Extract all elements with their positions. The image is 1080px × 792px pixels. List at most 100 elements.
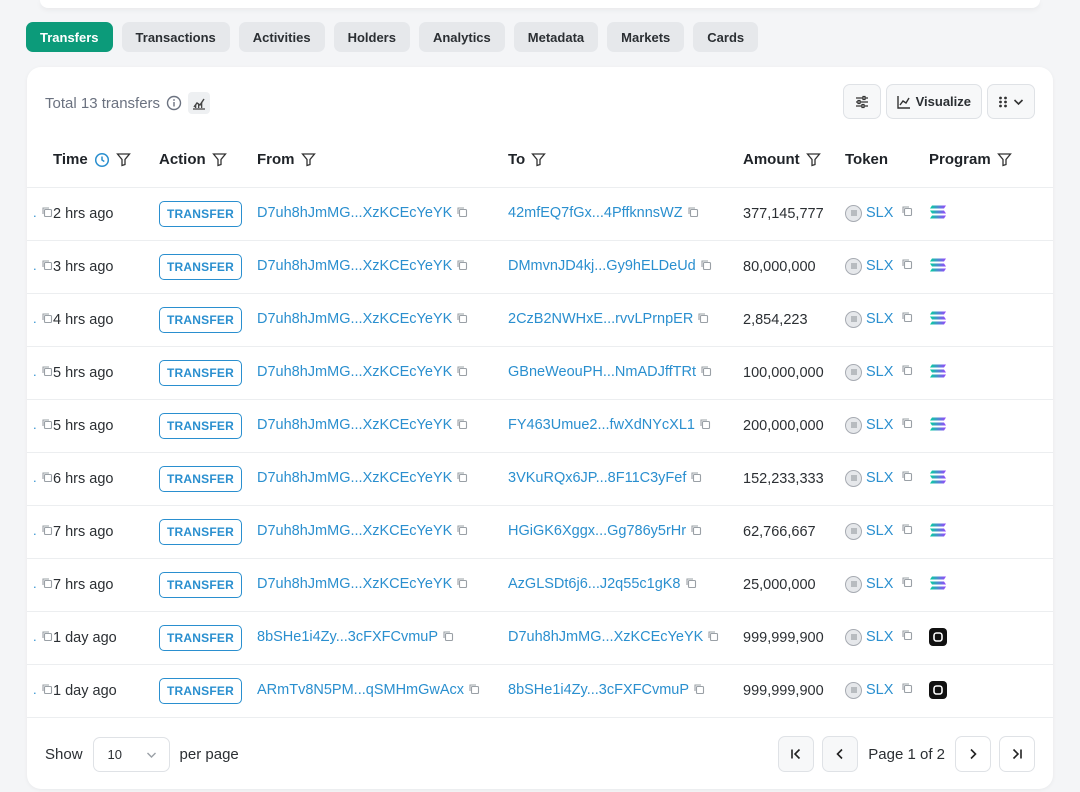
copy-icon[interactable] (456, 365, 468, 381)
copy-icon[interactable] (901, 470, 913, 486)
token-link[interactable]: SLX (866, 417, 893, 433)
from-address-link[interactable]: ARmTv8N5PM...qSMHmGwAcx (257, 682, 464, 698)
copy-icon[interactable] (456, 418, 468, 434)
solana-gradient-icon[interactable] (929, 204, 947, 220)
next-page-button[interactable] (955, 736, 991, 772)
solana-gradient-icon[interactable] (929, 522, 947, 538)
copy-icon[interactable] (41, 365, 53, 381)
to-address-link[interactable]: AzGLSDt6j6...J2q55c1gK8 (508, 576, 681, 592)
copy-icon[interactable] (699, 418, 711, 434)
copy-icon[interactable] (456, 577, 468, 593)
copy-icon[interactable] (690, 471, 702, 487)
tab-markets[interactable]: Markets (607, 22, 685, 52)
copy-icon[interactable] (700, 259, 712, 275)
per-page-select[interactable]: 10 (92, 737, 170, 772)
from-address-link[interactable]: D7uh8hJmMG...XzKCEcYeYK (257, 417, 452, 433)
copy-icon[interactable] (41, 577, 53, 593)
copy-icon[interactable] (901, 682, 913, 698)
last-page-button[interactable] (999, 736, 1035, 772)
token-link[interactable]: SLX (866, 682, 893, 698)
tab-transactions[interactable]: Transactions (121, 22, 230, 52)
to-address-link[interactable]: 3VKuRQx6JP...8F11C3yFef (508, 470, 686, 486)
from-address-link[interactable]: D7uh8hJmMG...XzKCEcYeYK (257, 205, 452, 221)
token-link[interactable]: SLX (866, 311, 893, 327)
copy-icon[interactable] (41, 259, 53, 275)
token-link[interactable]: SLX (866, 629, 893, 645)
copy-icon[interactable] (456, 312, 468, 328)
clock-icon[interactable] (94, 152, 110, 168)
copy-icon[interactable] (456, 259, 468, 275)
token-link[interactable]: SLX (866, 258, 893, 274)
previous-page-button[interactable] (822, 736, 859, 772)
copy-icon[interactable] (697, 312, 709, 328)
info-icon[interactable] (166, 95, 182, 111)
tab-analytics[interactable]: Analytics (418, 22, 505, 52)
copy-icon[interactable] (456, 524, 468, 540)
from-address-link[interactable]: D7uh8hJmMG...XzKCEcYeYK (257, 576, 452, 592)
copy-icon[interactable] (700, 365, 712, 381)
tab-transfers[interactable]: Transfers (26, 22, 113, 52)
columns-menu-button[interactable] (987, 84, 1035, 119)
filter-icon[interactable] (805, 152, 821, 167)
from-address-link[interactable]: 8bSHe1i4Zy...3cFXFCvmuP (257, 629, 438, 645)
dark-square-program-icon[interactable] (929, 681, 947, 699)
tab-metadata[interactable]: Metadata (513, 22, 599, 52)
copy-icon[interactable] (685, 577, 697, 593)
copy-icon[interactable] (456, 206, 468, 222)
copy-icon[interactable] (41, 524, 53, 540)
to-address-link[interactable]: HGiGK6Xggx...Gg786y5rHr (508, 523, 686, 539)
copy-icon[interactable] (687, 206, 699, 222)
solana-gradient-icon[interactable] (929, 310, 947, 326)
dark-square-program-icon[interactable] (929, 628, 947, 646)
copy-icon[interactable] (901, 523, 913, 539)
copy-icon[interactable] (468, 683, 480, 699)
to-address-link[interactable]: DMmvnJD4kj...Gy9hELDeUd (508, 258, 696, 274)
copy-icon[interactable] (901, 629, 913, 645)
token-link[interactable]: SLX (866, 576, 893, 592)
filter-icon[interactable] (531, 152, 547, 167)
filter-icon[interactable] (115, 152, 131, 167)
to-address-link[interactable]: GBneWeouPH...NmADJffTRt (508, 364, 696, 380)
from-address-link[interactable]: D7uh8hJmMG...XzKCEcYeYK (257, 364, 452, 380)
copy-icon[interactable] (901, 258, 913, 274)
solana-gradient-icon[interactable] (929, 575, 947, 591)
filter-settings-button[interactable] (842, 84, 881, 119)
copy-icon[interactable] (693, 683, 705, 699)
copy-icon[interactable] (41, 206, 53, 222)
to-address-link[interactable]: 8bSHe1i4Zy...3cFXFCvmuP (508, 682, 689, 698)
from-address-link[interactable]: D7uh8hJmMG...XzKCEcYeYK (257, 258, 452, 274)
chart-icon[interactable] (188, 92, 211, 114)
first-page-button[interactable] (778, 736, 815, 772)
copy-icon[interactable] (707, 630, 719, 646)
tab-cards[interactable]: Cards (693, 22, 759, 52)
solana-gradient-icon[interactable] (929, 257, 947, 273)
tab-holders[interactable]: Holders (333, 22, 410, 52)
copy-icon[interactable] (442, 630, 454, 646)
to-address-link[interactable]: 42mfEQ7fGx...4PffknnsWZ (508, 205, 683, 221)
solana-gradient-icon[interactable] (929, 363, 947, 379)
to-address-link[interactable]: D7uh8hJmMG...XzKCEcYeYK (508, 629, 703, 645)
copy-icon[interactable] (901, 205, 913, 221)
from-address-link[interactable]: D7uh8hJmMG...XzKCEcYeYK (257, 311, 452, 327)
solana-gradient-icon[interactable] (929, 469, 947, 485)
copy-icon[interactable] (901, 364, 913, 380)
copy-icon[interactable] (41, 630, 53, 646)
filter-icon[interactable] (211, 152, 227, 167)
copy-icon[interactable] (901, 576, 913, 592)
copy-icon[interactable] (901, 311, 913, 327)
tab-activities[interactable]: Activities (238, 22, 325, 52)
from-address-link[interactable]: D7uh8hJmMG...XzKCEcYeYK (257, 470, 452, 486)
filter-icon[interactable] (300, 152, 316, 167)
to-address-link[interactable]: FY463Umue2...fwXdNYcXL1 (508, 417, 695, 433)
token-link[interactable]: SLX (866, 523, 893, 539)
filter-icon[interactable] (996, 152, 1012, 167)
token-link[interactable]: SLX (866, 364, 893, 380)
copy-icon[interactable] (901, 417, 913, 433)
to-address-link[interactable]: 2CzB2NWHxE...rvvLPrnpER (508, 311, 693, 327)
token-link[interactable]: SLX (866, 205, 893, 221)
solana-gradient-icon[interactable] (929, 416, 947, 432)
token-link[interactable]: SLX (866, 470, 893, 486)
copy-icon[interactable] (41, 418, 53, 434)
copy-icon[interactable] (690, 524, 702, 540)
copy-icon[interactable] (456, 471, 468, 487)
